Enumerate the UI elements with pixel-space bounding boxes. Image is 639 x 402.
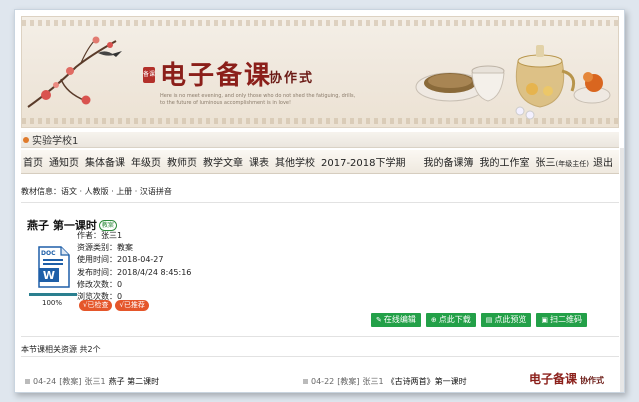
download-label: 点此下载 bbox=[438, 315, 471, 324]
qrcode-button[interactable]: ▣ 扫二维码 bbox=[536, 313, 587, 327]
progress-bar bbox=[29, 293, 77, 296]
banner-english-text: Here is no meet evening, and only those … bbox=[160, 93, 356, 106]
doc-meta: 作者：张三1 资源类别：教案 使用时间：2018-04-27 发布时间：2018… bbox=[77, 230, 191, 303]
download-button[interactable]: ⊕ 点此下载 bbox=[425, 313, 476, 327]
related-date: 04-24 bbox=[33, 377, 57, 386]
material-info: 教材信息：语文 · 人教版 · 上册 · 汉语拼音 bbox=[21, 187, 172, 196]
list-bullet-icon bbox=[25, 379, 30, 384]
progress-label: 100% bbox=[42, 299, 63, 307]
related-title[interactable]: 《古诗两首》第一课时 bbox=[387, 376, 467, 387]
school-bullet-icon bbox=[23, 136, 29, 143]
app-window: 备课 电子备课 协作式 Here is no meet evening, and… bbox=[14, 9, 625, 393]
online-edit-label: 在线编辑 bbox=[383, 315, 416, 324]
status-badges: √已检查 √已推荐 bbox=[79, 300, 149, 311]
watermark-title: 电子备课 bbox=[529, 372, 578, 386]
recommended-badge: √已推荐 bbox=[115, 300, 149, 311]
book-icon: ▤ bbox=[485, 316, 493, 324]
nav-user[interactable]: 张三(年级主任) bbox=[536, 154, 589, 169]
preview-label: 点此预览 bbox=[494, 315, 527, 324]
related-title[interactable]: 燕子 第二课时 bbox=[109, 376, 160, 387]
nav-item-my-studio[interactable]: 我的工作室 bbox=[480, 154, 530, 169]
nav-item-my-prep-book[interactable]: 我的备课簿 bbox=[424, 154, 474, 169]
scrollbar[interactable] bbox=[620, 148, 624, 392]
nav-item-group-prep[interactable]: 集体备课 bbox=[85, 154, 125, 169]
nav-item-articles[interactable]: 教学文章 bbox=[203, 154, 243, 169]
school-bar: 实验学校1 bbox=[21, 132, 619, 148]
app-subtitle: 协作式 bbox=[269, 71, 315, 86]
divider bbox=[21, 202, 619, 203]
list-item[interactable]: 04-22 [教案] 张三1 《古诗两首》第一课时 bbox=[303, 376, 467, 387]
word-doc-icon: W DOC bbox=[38, 246, 70, 288]
nav-item-other-schools[interactable]: 其他学校 bbox=[275, 154, 315, 169]
related-header: 本节课相关资源 共2个 bbox=[21, 345, 101, 354]
banner-pattern-top bbox=[22, 20, 618, 26]
app-title: 电子备课 bbox=[160, 61, 273, 91]
banner-seal: 备课 bbox=[143, 67, 155, 83]
nav-item-semester[interactable]: 2017-2018下学期 bbox=[321, 154, 406, 169]
divider bbox=[21, 336, 619, 337]
nav-user-name: 张三 bbox=[535, 158, 556, 169]
nav-item-grade[interactable]: 年级页 bbox=[131, 154, 161, 169]
download-icon: ⊕ bbox=[430, 316, 437, 324]
pencil-icon: ✎ bbox=[376, 316, 382, 324]
nav-logout[interactable]: 退出 bbox=[593, 154, 613, 169]
list-item[interactable]: 04-24 [教案] 张三1 燕子 第二课时 bbox=[25, 376, 159, 387]
header-banner: 备课 电子备课 协作式 Here is no meet evening, and… bbox=[21, 16, 619, 128]
nav-item-notices[interactable]: 通知页 bbox=[49, 154, 79, 169]
list-bullet-icon bbox=[303, 379, 308, 384]
nav-item-teacher[interactable]: 教师页 bbox=[167, 154, 197, 169]
meta-category: 资源类别：教案 bbox=[77, 243, 133, 253]
word-doc-icon-label: DOC bbox=[41, 250, 56, 257]
nav-user-role: (年级主任) bbox=[555, 160, 589, 168]
qrcode-label: 扫二维码 bbox=[550, 315, 582, 324]
meta-author: 作者：张三1 bbox=[77, 231, 123, 240]
nav-item-schedule[interactable]: 课表 bbox=[249, 154, 269, 169]
related-date: 04-22 bbox=[311, 377, 335, 386]
doc-type-tag: 教案 bbox=[98, 219, 117, 231]
word-doc-icon-letter: W bbox=[43, 269, 55, 282]
doc-actions: ✎ 在线编辑 ⊕ 点此下载 ▤ 点此预览 ▣ 扫二维码 bbox=[371, 313, 587, 327]
watermark-logo: 电子备课 协作式 bbox=[527, 370, 607, 387]
plum-blossom-illustration bbox=[27, 36, 122, 108]
watermark-subtitle: 协作式 bbox=[580, 375, 605, 385]
related-type: [教案] bbox=[337, 377, 360, 386]
meta-edit-count: 修改次数：0 bbox=[77, 279, 123, 289]
nav-item-home[interactable]: 首页 bbox=[23, 154, 43, 169]
tea-set-illustration bbox=[415, 45, 611, 120]
checked-badge: √已检查 bbox=[79, 300, 113, 311]
preview-button[interactable]: ▤ 点此预览 bbox=[480, 313, 532, 327]
related-author: 张三1 bbox=[84, 377, 106, 386]
meta-publish-time: 发布时间：2018/4/24 8:45:16 bbox=[77, 267, 192, 277]
meta-use-time: 使用时间：2018-04-27 bbox=[77, 255, 164, 265]
online-edit-button[interactable]: ✎ 在线编辑 bbox=[371, 313, 421, 327]
divider bbox=[21, 356, 619, 357]
related-author: 张三1 bbox=[362, 377, 384, 386]
main-nav: 首页 通知页 集体备课 年级页 教师页 教学文章 课表 其他学校 2017-20… bbox=[21, 150, 619, 174]
related-type: [教案] bbox=[59, 377, 82, 386]
qrcode-icon: ▣ bbox=[541, 316, 548, 324]
school-name[interactable]: 实验学校1 bbox=[32, 132, 78, 147]
